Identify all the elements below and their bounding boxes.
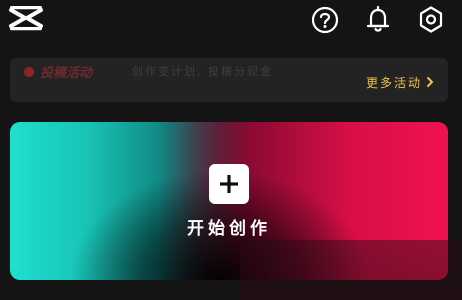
plus-icon <box>209 164 249 204</box>
top-bar <box>0 0 462 42</box>
bell-icon <box>366 5 390 32</box>
campaign-dot-icon <box>24 67 34 77</box>
more-campaigns-link[interactable]: 更多活动 <box>366 74 434 90</box>
campaign-banner[interactable]: 投稿活动 创作变计划, 投稿分现金 更多活动 <box>10 58 448 102</box>
notifications-button[interactable] <box>363 4 393 34</box>
question-circle-icon <box>311 6 339 34</box>
more-campaigns-label: 更多活动 <box>366 75 423 90</box>
start-creating-label: 开始创作 <box>187 219 271 239</box>
home-screen: 投稿活动 创作变计划, 投稿分现金 更多活动 开始创作 <box>0 0 462 300</box>
chevron-right-icon <box>427 77 434 87</box>
help-button[interactable] <box>310 4 340 34</box>
campaign-description: 创作变计划, 投稿分现金 <box>132 65 273 78</box>
start-creating-button[interactable]: 开始创作 <box>10 122 448 280</box>
hexagon-gear-icon <box>419 6 443 33</box>
settings-button[interactable] <box>416 4 446 34</box>
campaign-title: 投稿活动 <box>40 66 93 81</box>
capcut-logo-icon <box>8 4 44 34</box>
